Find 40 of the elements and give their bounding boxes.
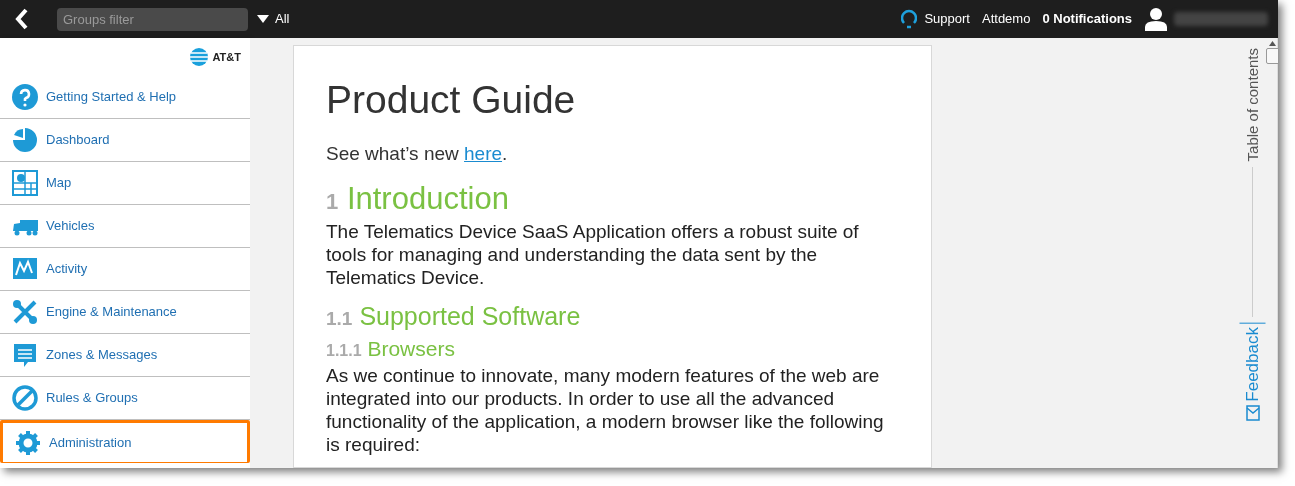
feedback-link[interactable]: Feedback xyxy=(1240,323,1266,422)
subsubsection-heading: 1.1.1 Browsers xyxy=(326,335,456,362)
whats-new-link[interactable]: here xyxy=(464,143,503,164)
sidebar-item[interactable]: Map xyxy=(0,162,250,205)
sidebar-item[interactable]: Zones & Messages xyxy=(0,334,250,377)
paragraph: The Telematics Device SaaS Application offers a robust suite of tools for managing and understanding the data sent by the Telematics Device. xyxy=(326,219,860,289)
caret-icon xyxy=(257,15,269,23)
map-icon xyxy=(12,170,38,196)
scope-dropdown[interactable]: All xyxy=(257,9,290,29)
sidebar-item[interactable]: Rules & Groups xyxy=(0,377,250,420)
subsection-heading: 1.1 Supported Software xyxy=(326,300,582,332)
paragraph: As we continue to innovate, many modern features of the web are integrated into our products. In order to use all the advanced functionality of the application, a modern browser like the following is required: xyxy=(326,363,885,456)
account-link[interactable]: Attdemo xyxy=(982,9,1031,29)
support-link[interactable]: Support xyxy=(901,9,970,29)
mail-icon xyxy=(1245,405,1260,422)
sidebar-item[interactable]: Engine & Maintenance xyxy=(0,291,250,334)
groups-filter-field[interactable]: Groups filter xyxy=(57,7,248,31)
activity-chart-icon xyxy=(12,256,38,282)
sidebar-item[interactable]: Getting Started & Help xyxy=(0,76,250,119)
table-of-contents-tab[interactable]: Table of contents xyxy=(1241,48,1264,162)
sidebar-item[interactable]: Vehicles xyxy=(0,205,250,248)
section-heading: 1 Introduction xyxy=(326,180,510,218)
pie-chart-icon xyxy=(12,127,38,153)
intro-text: See what’s new here. xyxy=(326,142,509,166)
sidebar-item[interactable]: Administration xyxy=(0,420,250,463)
prohibited-icon xyxy=(12,385,38,411)
help-icon xyxy=(12,84,38,110)
headset-icon xyxy=(901,9,918,29)
document-title: Product Guide xyxy=(326,78,577,122)
settings-icon xyxy=(15,429,41,456)
sidebar-item[interactable]: Activity xyxy=(0,248,250,291)
logo-text: AT&T xyxy=(212,49,241,65)
scroll-up-icon xyxy=(1269,41,1276,46)
user-icon[interactable] xyxy=(1144,7,1168,31)
globe-icon xyxy=(189,47,210,67)
notifications-link[interactable]: 0 Notifications xyxy=(1042,9,1132,29)
sidebar-item[interactable]: Dashboard xyxy=(0,119,250,162)
message-icon xyxy=(12,342,38,368)
wrench-screwdriver-icon xyxy=(12,299,38,325)
back-icon[interactable] xyxy=(15,8,29,30)
